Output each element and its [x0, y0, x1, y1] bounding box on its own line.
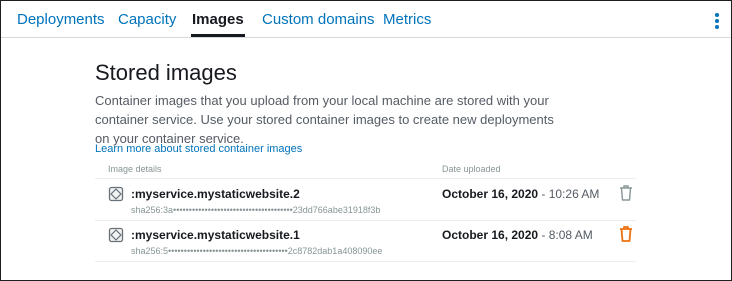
page-title: Stored images [95, 60, 237, 85]
tab-capacity[interactable]: Capacity [118, 11, 176, 28]
image-name: :myservice.mystaticwebsite.2 [131, 187, 300, 201]
column-header-date-uploaded: Date uploaded [442, 164, 501, 174]
container-image-icon [108, 186, 124, 202]
tab-images[interactable]: Images [191, 11, 245, 37]
image-name: :myservice.mystaticwebsite.1 [131, 228, 300, 242]
tab-bar: Deployments Capacity Images Custom domai… [1, 1, 731, 38]
table-row: :myservice.mystaticwebsite.2 sha256:3a••… [95, 180, 636, 221]
trash-icon[interactable] [618, 184, 634, 202]
upload-date: October 16, 2020 - 10:26 AM [442, 187, 599, 201]
stored-images-table: Image details Date uploaded :myservice.m… [95, 158, 636, 262]
upload-date: October 16, 2020 - 8:08 AM [442, 228, 593, 242]
image-sha: sha256:5••••••••••••••••••••••••••••••••… [131, 246, 383, 256]
vertical-ellipsis-icon[interactable] [714, 13, 720, 29]
upload-date-time: - 10:26 AM [538, 187, 600, 201]
tab-custom-domains[interactable]: Custom domains [262, 11, 375, 28]
table-row: :myservice.mystaticwebsite.1 sha256:5•••… [95, 221, 636, 262]
column-header-image-details: Image details [108, 164, 162, 174]
container-image-icon [108, 227, 124, 243]
table-header: Image details Date uploaded [95, 158, 636, 179]
tab-metrics[interactable]: Metrics [383, 11, 431, 28]
upload-date-day: October 16, 2020 [442, 187, 539, 201]
tab-deployments[interactable]: Deployments [17, 11, 105, 28]
learn-more-link[interactable]: Learn more about stored container images [95, 143, 302, 155]
upload-date-time: - 8:08 AM [538, 228, 593, 242]
image-sha: sha256:3a•••••••••••••••••••••••••••••••… [131, 205, 381, 215]
section-description: Container images that you upload from yo… [95, 93, 554, 146]
trash-icon[interactable] [618, 225, 634, 243]
upload-date-day: October 16, 2020 [442, 228, 539, 242]
